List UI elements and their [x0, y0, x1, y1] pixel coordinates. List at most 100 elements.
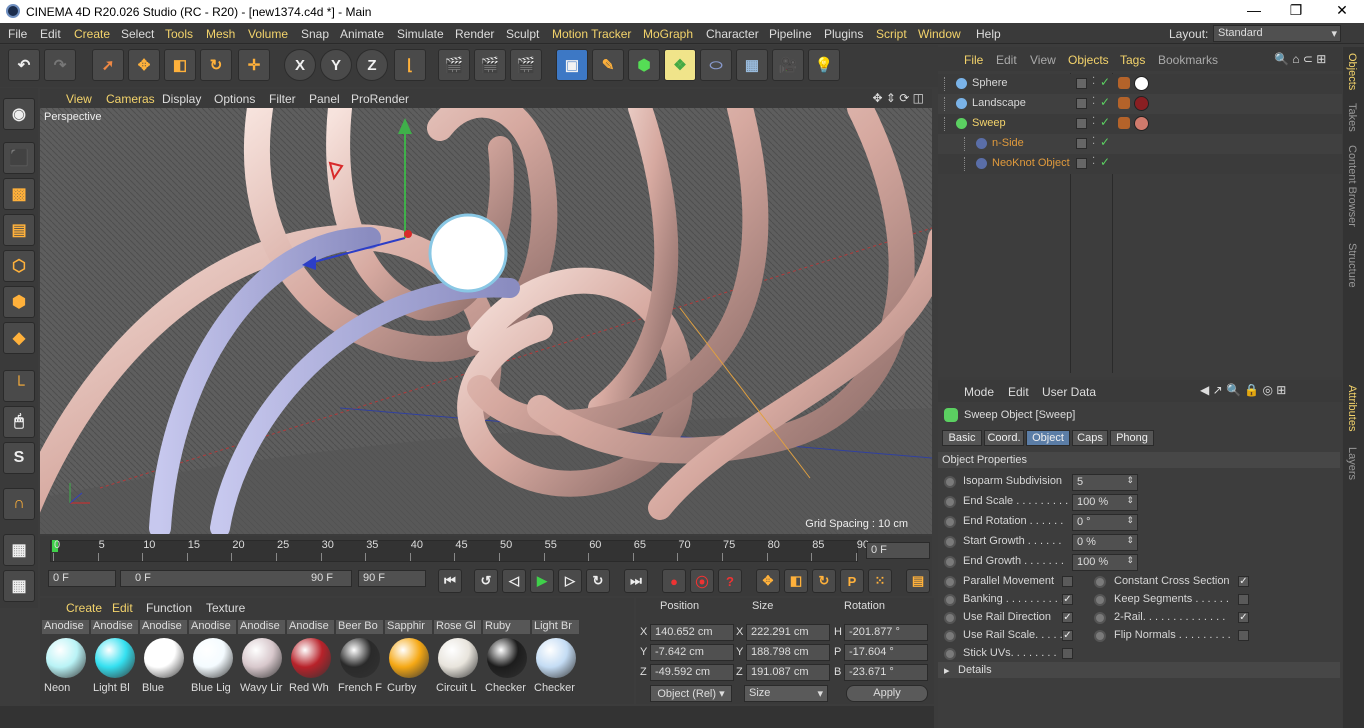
pen-spline-icon[interactable]: ✎	[592, 49, 624, 81]
material-item[interactable]: Ruby Checker	[483, 620, 530, 698]
object-name[interactable]: NeoKnot Object	[992, 157, 1070, 169]
go-to-end-icon[interactable]: ⏭	[624, 569, 648, 593]
field-animate-radio[interactable]	[944, 556, 956, 568]
phong-tag-icon[interactable]	[1118, 77, 1130, 89]
stepper-icon[interactable]: ⇕	[1126, 515, 1134, 526]
material-menu-function[interactable]: Function	[146, 601, 192, 615]
stick-uvs-checkbox[interactable]	[1062, 648, 1073, 659]
option-animate-radio[interactable]	[1094, 612, 1106, 624]
layer-toggle[interactable]	[1076, 158, 1087, 169]
viewport-menu-prorender[interactable]: ProRender	[351, 92, 409, 106]
frame-range-slider[interactable]: 0 F 90 F	[120, 570, 352, 587]
object-menu-view[interactable]: View	[1030, 53, 1056, 67]
material-tag-icon[interactable]	[1134, 116, 1149, 131]
previous-frame-icon[interactable]: ◁	[502, 569, 526, 593]
make-editable-icon[interactable]: ◉	[3, 98, 35, 130]
material-preview[interactable]	[340, 638, 380, 678]
menu-tools[interactable]: Tools	[165, 27, 193, 41]
stepper-icon[interactable]: ⇕	[1126, 535, 1134, 546]
edges-mode-icon[interactable]: ⬢	[3, 286, 35, 318]
menu-sculpt[interactable]: Sculpt	[506, 27, 539, 41]
workplane-icon[interactable]: ▤	[3, 214, 35, 246]
menu-pipeline[interactable]: Pipeline	[769, 27, 812, 41]
stepper-icon[interactable]: ⇕	[1126, 475, 1134, 486]
parallel-movement-checkbox[interactable]	[1062, 576, 1073, 587]
record-point-level-icon[interactable]: ⁙	[868, 569, 892, 593]
tab-caps[interactable]: Caps	[1072, 430, 1108, 446]
coordinate-system-icon[interactable]: ⌊	[394, 49, 426, 81]
keyframe-selection-icon[interactable]: ?	[718, 569, 742, 593]
apply-button[interactable]: Apply	[846, 685, 928, 702]
object-name[interactable]: Sphere	[972, 77, 1007, 89]
attribute-menu-edit[interactable]: Edit	[1008, 385, 1029, 399]
material-menu-create[interactable]: Create	[66, 601, 102, 615]
menu-simulate[interactable]: Simulate	[397, 27, 444, 41]
menu-edit[interactable]: Edit	[40, 27, 61, 41]
tab-basic[interactable]: Basic	[942, 430, 982, 446]
move-tool-icon[interactable]: ✥	[128, 49, 160, 81]
object-menu-tags[interactable]: Tags	[1120, 53, 1145, 67]
field-value-3[interactable]: 0 % ⇕	[1072, 534, 1138, 551]
object-row-neoknot-object[interactable]: NeoKnot Object ⁚ ✓	[938, 154, 1342, 174]
material-item[interactable]: Anodise Red Wh	[287, 620, 334, 698]
live-selection-icon[interactable]: ✛	[238, 49, 270, 81]
material-tag-icon[interactable]	[1134, 96, 1149, 111]
material-preview[interactable]	[438, 638, 478, 678]
option-animate-radio[interactable]	[1094, 630, 1106, 642]
size-x-field[interactable]: 222.291 cm	[746, 624, 830, 641]
menu-motion-tracker[interactable]: Motion Tracker	[552, 27, 631, 41]
menu-plugins[interactable]: Plugins	[824, 27, 863, 41]
option-animate-radio[interactable]	[1094, 594, 1106, 606]
material-item[interactable]: Anodise Neon	[42, 620, 89, 698]
viewport-menu-view[interactable]: View	[66, 92, 92, 106]
viewport-menu-panel[interactable]: Panel	[309, 92, 340, 106]
use-rail-direction-checkbox[interactable]: ✓	[1062, 612, 1073, 623]
menu-render[interactable]: Render	[455, 27, 494, 41]
field-value-4[interactable]: 100 % ⇕	[1072, 554, 1138, 571]
menu-volume[interactable]: Volume	[248, 27, 288, 41]
field-value-2[interactable]: 0 ° ⇕	[1072, 514, 1138, 531]
field-animate-radio[interactable]	[944, 516, 956, 528]
subdivision-icon[interactable]: ⬢	[628, 49, 660, 81]
current-frame-field[interactable]: 0 F	[866, 542, 930, 559]
material-item[interactable]: Anodise Light Bl	[91, 620, 138, 698]
option-animate-radio[interactable]	[1094, 576, 1106, 588]
rotation-h-field[interactable]: -201.877 °	[844, 624, 928, 641]
stepper-icon[interactable]: ⇕	[1126, 495, 1134, 506]
material-item[interactable]: Light Br Checker	[532, 620, 579, 698]
floor-icon[interactable]: ▦	[736, 49, 768, 81]
viewport-menu-display[interactable]: Display	[162, 92, 201, 106]
start-frame-field[interactable]: 0 F	[48, 570, 116, 587]
viewport-menu-options[interactable]: Options	[214, 92, 255, 106]
phong-tag-icon[interactable]	[1118, 117, 1130, 129]
axis-mode-icon[interactable]: └	[3, 370, 35, 402]
layout-select[interactable]: Standard ▾	[1213, 25, 1341, 42]
enabled-check-icon[interactable]: ✓	[1100, 95, 1110, 109]
enabled-check-icon[interactable]: ✓	[1100, 115, 1110, 129]
rotation-b-field[interactable]: -23.671 °	[844, 664, 928, 681]
option-animate-radio[interactable]	[944, 648, 956, 660]
object-row-landscape[interactable]: Landscape ⁚ ✓	[938, 94, 1342, 114]
menu-mograph[interactable]: MoGraph	[643, 27, 693, 41]
viewport-nav-icons[interactable]: ✥ ⇕ ⟳ ◫	[872, 91, 924, 105]
object-row-sweep[interactable]: Sweep ⁚ ✓	[938, 114, 1342, 134]
material-preview[interactable]	[291, 638, 331, 678]
redo-icon[interactable]: ↷	[44, 49, 76, 81]
object-name[interactable]: Sweep	[972, 117, 1006, 129]
record-rotation-icon[interactable]: ↻	[812, 569, 836, 593]
banking-checkbox[interactable]: ✓	[1062, 594, 1073, 605]
flip-normals-checkbox[interactable]	[1238, 630, 1249, 641]
material-item[interactable]: Anodise Wavy Lir	[238, 620, 285, 698]
planar-workplane-icon[interactable]: ▦	[3, 570, 35, 602]
visibility-dots[interactable]: ⁚	[1092, 116, 1095, 127]
solo-mode-icon[interactable]: S	[3, 442, 35, 474]
render-view-icon[interactable]: 🎬	[438, 49, 470, 81]
tab-object[interactable]: Object	[1026, 430, 1070, 446]
side-tab-layers[interactable]: Layers	[1346, 447, 1358, 480]
enabled-check-icon[interactable]: ✓	[1100, 135, 1110, 149]
side-tab-content-browser[interactable]: Content Browser	[1346, 145, 1358, 227]
z-axis-lock-icon[interactable]: Z	[356, 49, 388, 81]
object-menu-edit[interactable]: Edit	[996, 53, 1017, 67]
side-tab-attributes[interactable]: Attributes	[1346, 385, 1358, 431]
points-mode-icon[interactable]: ⬡	[3, 250, 35, 282]
